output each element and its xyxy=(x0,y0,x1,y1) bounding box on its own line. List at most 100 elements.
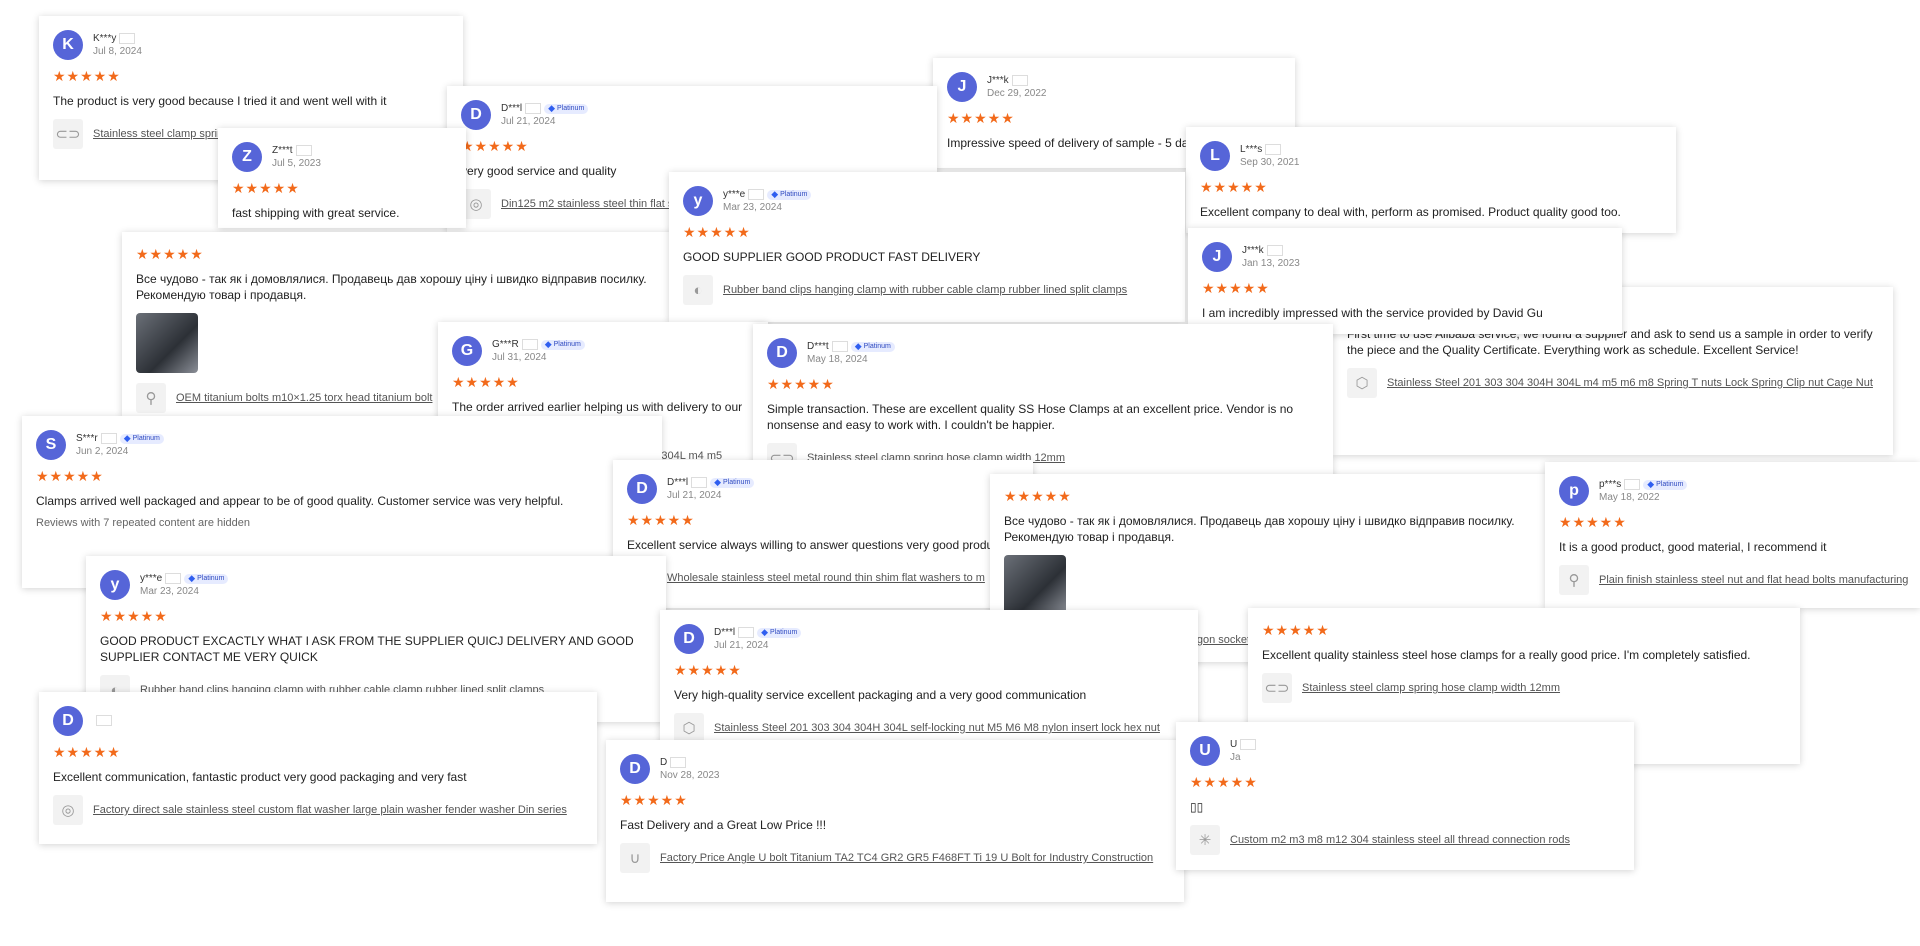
flag-icon xyxy=(100,433,117,444)
review-card: J J***k Jan 13, 2023 ★★★★★ I am incredibly i… xyxy=(1188,228,1622,334)
badge-label: Platinum xyxy=(723,479,751,486)
reviewer-info: D***l ◆ Platinum Jul 21, 2024 xyxy=(501,103,589,127)
review-photo[interactable] xyxy=(1004,555,1066,615)
reviewer-name: S***r ◆ Platinum xyxy=(76,433,164,444)
review-date: May 18, 2024 xyxy=(807,354,868,365)
review-text: I am incredibly impressed with the servi… xyxy=(1202,306,1543,320)
flag-icon xyxy=(525,103,542,114)
avatar: D xyxy=(674,624,704,654)
reviewer-name-text: p***s xyxy=(1599,479,1622,490)
badge-label: Platinum xyxy=(1656,481,1684,488)
product-row[interactable]: ⊂⊃ Stainless steel clamp spring hose clam… xyxy=(1262,673,1786,703)
product-row[interactable]: ✳ Custom m2 m3 m8 m12 304 stainless steel… xyxy=(1190,825,1620,855)
review-header: U U Ja xyxy=(1190,734,1620,768)
product-link[interactable]: Stainless Steel 201 303 304 304H 304L m4… xyxy=(1387,377,1873,389)
flag-icon xyxy=(738,627,755,638)
reviewer-name-text: S***r xyxy=(76,433,98,444)
reviewer-name: K***y xyxy=(93,33,142,44)
product-row[interactable]: ∪ Factory Price Angle U bolt Titanium TA2… xyxy=(620,843,1170,873)
badge-label: Platinum xyxy=(780,191,808,198)
review-date: Mar 23, 2024 xyxy=(140,586,199,597)
platinum-badge: ◆ Platinum xyxy=(119,433,164,444)
avatar: L xyxy=(1200,141,1230,171)
review-date: Nov 28, 2023 xyxy=(660,770,720,781)
reviewer-info: D***l ◆ Platinum Jul 21, 2024 xyxy=(714,627,802,651)
badge-label: Platinum xyxy=(553,341,581,348)
product-link[interactable]: Wholesale stainless steel metal round th… xyxy=(667,572,985,584)
rod-icon: ✳ xyxy=(1190,825,1220,855)
avatar: y xyxy=(683,186,713,216)
review-card: Z Z***t Jul 5, 2023 ★★★★★ fast shipping with… xyxy=(218,128,466,228)
product-row[interactable]: ⬡ Stainless Steel 201 303 304 304H 304L m… xyxy=(1347,368,1879,398)
review-header: D xyxy=(53,704,583,738)
reviewer-name: L***s xyxy=(1240,144,1300,155)
review-card: p p***s ◆ Platinum May 18, 2022 ★★★★★ It is a … xyxy=(1545,462,1920,608)
product-row[interactable]: ◎ Factory direct sale stainless steel cus… xyxy=(53,795,583,825)
platinum-badge: ◆ Platinum xyxy=(540,339,585,350)
avatar: Z xyxy=(232,142,262,172)
clamp-icon: ⊂⊃ xyxy=(1262,673,1292,703)
review-text: fast shipping with great service. xyxy=(232,206,400,220)
reviewer-name-text: D***l xyxy=(667,477,689,488)
star-rating: ★★★★★ xyxy=(53,744,121,760)
product-row[interactable]: ⬡ Stainless Steel 201 303 304 304H 304L s… xyxy=(674,713,1184,743)
review-header: y y***e ◆ Platinum Mar 23, 2024 xyxy=(100,568,652,602)
review-header: Z Z***t Jul 5, 2023 xyxy=(232,140,452,174)
review-date: Ja xyxy=(1230,752,1241,763)
product-row[interactable]: ◎Wholesale stainless steel metal round t… xyxy=(627,563,1019,593)
reviewer-name-text: G***R xyxy=(492,339,519,350)
product-link[interactable]: Plain finish stainless steel nut and fla… xyxy=(1599,574,1908,586)
review-photo[interactable] xyxy=(136,313,198,373)
review-header: D D Nov 28, 2023 xyxy=(620,752,1170,786)
product-link[interactable]: OEM titanium bolts m10×1.25 torx head ti… xyxy=(176,392,433,404)
star-rating: ★★★★★ xyxy=(627,512,695,528)
reviewer-name: D***l ◆ Platinum xyxy=(714,627,802,638)
reviewer-info: y***e ◆ Platinum Mar 23, 2024 xyxy=(723,189,812,213)
product-link[interactable]: Custom m2 m3 m8 m12 304 stainless steel … xyxy=(1230,834,1570,846)
review-text: Все чудово - так як і домовлялися. Прода… xyxy=(136,272,647,302)
review-header: K K***y Jul 8, 2024 xyxy=(53,28,449,62)
flag-icon xyxy=(295,145,312,156)
flag-icon xyxy=(1624,479,1641,490)
flag-icon xyxy=(670,757,687,768)
reviewer-name: D***l ◆ Platinum xyxy=(667,477,755,488)
product-row[interactable]: ◐ Rubber band clips hanging clamp with ru… xyxy=(683,275,1171,305)
reviewer-name-text: D***l xyxy=(501,103,523,114)
flag-icon xyxy=(691,477,708,488)
product-link[interactable]: Factory direct sale stainless steel cust… xyxy=(93,804,567,816)
platinum-badge: ◆ Platinum xyxy=(184,573,229,584)
reviewer-info: K***y Jul 8, 2024 xyxy=(93,33,142,57)
reviewer-name-text: y***e xyxy=(140,573,163,584)
avatar: J xyxy=(947,72,977,102)
u-bolt-icon: ∪ xyxy=(620,843,650,873)
review-card: D D***l ◆ Platinum Jul 21, 2024 ★★★★★ Very hig… xyxy=(660,610,1198,758)
avatar: D xyxy=(627,474,657,504)
review-text: Excellent service always willing to answ… xyxy=(627,538,1003,552)
product-link[interactable]: Stainless steel clamp spring hose clamp … xyxy=(1302,682,1560,694)
rubber-clamp-icon: ◐ xyxy=(683,275,713,305)
star-rating: ★★★★★ xyxy=(136,246,204,262)
reviewer-info: D Nov 28, 2023 xyxy=(660,757,720,781)
product-link[interactable]: Factory Price Angle U bolt Titanium TA2 … xyxy=(660,852,1153,864)
product-link[interactable]: Stainless Steel 201 303 304 304H 304L se… xyxy=(714,722,1160,734)
review-card: D D Nov 28, 2023 ★★★★★ Fast Delivery and a G… xyxy=(606,740,1184,902)
review-date: Mar 23, 2024 xyxy=(723,202,782,213)
review-header: D D***l ◆ Platinum Jul 21, 2024 xyxy=(674,622,1184,656)
reviewer-name: U xyxy=(1230,739,1257,750)
product-link[interactable]: Rubber band clips hanging clamp with rub… xyxy=(723,284,1127,296)
review-text: Fast Delivery and a Great Low Price !!! xyxy=(620,818,827,832)
reviewer-name: G***R ◆ Platinum xyxy=(492,339,585,350)
reviewer-name-text: y***e xyxy=(723,189,746,200)
product-row[interactable]: ⚲ Plain finish stainless steel nut and fl… xyxy=(1559,565,1908,595)
review-text: Clamps arrived well packaged and appear … xyxy=(36,494,564,508)
reviewer-name: y***e ◆ Platinum xyxy=(140,573,229,584)
reviewer-info: y***e ◆ Platinum Mar 23, 2024 xyxy=(140,573,229,597)
platinum-badge: ◆ Platinum xyxy=(1643,479,1688,490)
reviewer-name: D***l ◆ Platinum xyxy=(501,103,589,114)
reviewer-name: p***s ◆ Platinum xyxy=(1599,479,1688,490)
avatar: D xyxy=(53,706,83,736)
star-rating: ★★★★★ xyxy=(947,110,1015,126)
review-date: Jan 13, 2023 xyxy=(1242,258,1300,269)
star-rating: ★★★★★ xyxy=(100,608,168,624)
reviewer-info: D***t ◆ Platinum May 18, 2024 xyxy=(807,341,895,365)
